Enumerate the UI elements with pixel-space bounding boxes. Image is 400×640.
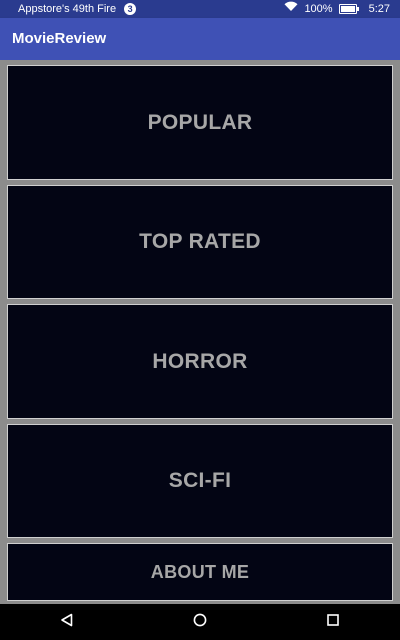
status-time: 5:27: [368, 3, 390, 15]
home-circle-icon: [193, 613, 207, 632]
category-label: ABOUT ME: [150, 561, 250, 582]
category-horror-button[interactable]: HORROR: [7, 304, 393, 419]
status-carrier-text: Appstore's 49th Fire: [18, 3, 117, 15]
notification-count-badge: 3: [124, 3, 137, 15]
category-label: HORROR: [152, 349, 248, 373]
battery-percent: 100%: [304, 3, 333, 15]
category-about-me-button[interactable]: ABOUT ME: [7, 543, 393, 601]
wifi-icon: [284, 0, 298, 18]
screen: Appstore's 49th Fire 3 100% 5:27 MovieRe…: [0, 0, 400, 640]
category-label: POPULAR: [147, 110, 253, 134]
category-sci-fi-button[interactable]: SCI-FI: [7, 424, 393, 538]
back-button[interactable]: [37, 604, 97, 640]
status-right: 100% 5:27: [278, 0, 390, 18]
app-title: MovieReview: [12, 30, 107, 47]
battery-charging-icon: [338, 4, 359, 14]
category-top-rated-button[interactable]: TOP RATED: [7, 185, 393, 299]
category-list: POPULAR TOP RATED HORROR SCI-FI ABOUT ME: [0, 60, 400, 604]
category-label: TOP RATED: [139, 230, 261, 253]
status-bar: Appstore's 49th Fire 3 100% 5:27: [0, 0, 400, 18]
recent-apps-button[interactable]: [303, 604, 363, 640]
back-triangle-icon: [60, 613, 74, 632]
home-button[interactable]: [170, 604, 230, 640]
category-label: SCI-FI: [168, 469, 232, 492]
category-popular-button[interactable]: POPULAR: [7, 65, 393, 180]
status-left: Appstore's 49th Fire 3: [18, 0, 137, 18]
app-bar: MovieReview: [0, 18, 400, 60]
recent-apps-square-icon: [326, 613, 340, 632]
navigation-bar: [0, 604, 400, 640]
